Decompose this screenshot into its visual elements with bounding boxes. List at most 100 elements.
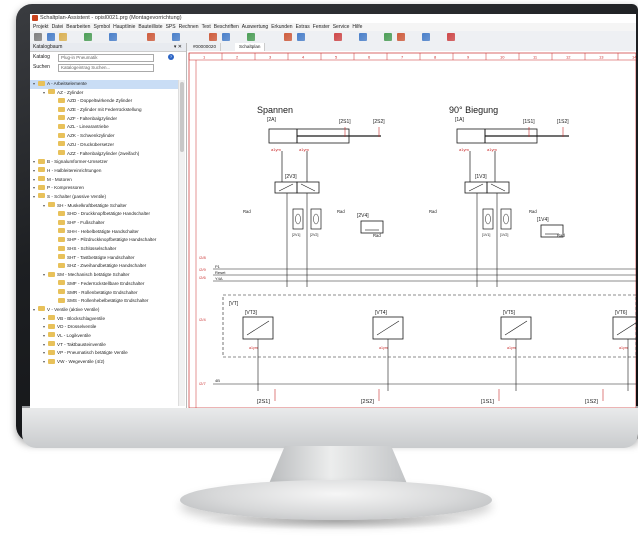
toolbar-tool-icon[interactable] [309,33,317,41]
tree-item[interactable]: SHF - Fußschalter [30,219,184,228]
tree-item[interactable]: ▾ B - Signalumformer-Umsetzer [30,158,184,167]
port-label: a1ym [299,147,309,152]
tree-item[interactable]: ▾ H - Halbleitereinrichtungen [30,167,184,176]
toolbar-tool-icon[interactable] [384,33,392,41]
toolbar-tool-icon[interactable] [322,33,330,41]
toolbar-tool-icon[interactable] [146,33,155,41]
toolbar-tool-icon[interactable] [272,33,280,41]
toolbar-tool-icon[interactable] [109,33,117,41]
toolbar-tool-icon[interactable] [446,33,455,41]
tree-item[interactable]: ▾ S - Schalter (passive Ventile) [30,193,184,202]
tree-item[interactable]: ▾ VT - Taktbausteinventile [30,341,184,350]
toolbar-tool-icon[interactable] [171,33,180,41]
tree-item[interactable]: SMS - Rollenhebelbetätigte Endschalter [30,297,184,306]
catalog-panel: Katalogbaum ▾ ✕ Katalog Plug-in Pneumati… [30,43,187,408]
menu-item-beschriften[interactable]: Beschriften [214,23,239,31]
toolbar-tool-icon[interactable] [246,33,255,41]
toolbar-tool-icon[interactable] [84,33,92,41]
toolbar-tool-icon[interactable] [34,33,42,41]
valve-arrow [616,322,636,336]
toolbar-tool-icon[interactable] [197,33,205,41]
toolbar-tool-icon[interactable] [421,33,430,41]
menu-item-erkunden[interactable]: Erkunden [271,23,292,31]
toolbar-tool-icon[interactable] [134,33,142,41]
tree-item[interactable]: AZK - Schwenkzylinder [30,132,184,141]
tree-item[interactable]: AZU - Druckübersetzer [30,141,184,150]
folder-icon [58,254,65,260]
tree-item[interactable]: ▾ SM - Mechanisch betätigte Schalter [30,271,184,280]
tree-item[interactable]: ▾ VD - Drosselventile [30,323,184,332]
toolbar-tool-icon[interactable] [159,33,167,41]
menu-item-projekt[interactable]: Projekt [33,23,49,31]
tree-item[interactable]: SHP - Pilzdruckknopfbetätigte Handschalt… [30,236,184,245]
tree-item[interactable]: ▾ P - Kompressoren [30,184,184,193]
toolbar-tool-icon[interactable] [221,33,230,41]
panel-close-icon[interactable]: ▾ ✕ [174,43,182,51]
tree-item[interactable]: SHH - Hebelbetätigte Handschalter [30,228,184,237]
menu-item-datei[interactable]: Datei [52,23,64,31]
toolbar-tool-icon[interactable] [359,33,367,41]
tree-item[interactable]: SHD - Druckknopfbetätigte Handschalter [30,210,184,219]
menu-item-bauteilliste[interactable]: Bauteilliste [138,23,162,31]
tree-item[interactable]: ▾ A - Arbeitselemente [30,80,184,89]
tree-item[interactable]: ▾ VL - Logikventile [30,332,184,341]
tree-item[interactable]: SMR - Rollenbetätigte Endschalter [30,289,184,298]
tree-item[interactable]: AZD - Doppeltwirkende Zylinder [30,97,184,106]
tree-item[interactable]: ▾ VP - Pneumatisch betätigte Ventile [30,349,184,358]
tree-item[interactable]: AZZ - Faltenbalgzylinder (zweifach) [30,150,184,159]
tree-scrollbar[interactable] [178,80,185,406]
menu-item-sps[interactable]: SPS [166,23,176,31]
help-icon[interactable]: ? [168,54,174,60]
tree-item[interactable]: ▾ VB - Blockschlagventile [30,315,184,324]
tree-item[interactable]: SHZ - Zweihandbetätigte Handschalter [30,262,184,271]
tab-document-id[interactable]: #00000020 [189,43,221,51]
tree-item-label: VP - Pneumatisch betätigte Ventile [57,350,128,356]
tree-item[interactable]: AZL - Linearantriebe [30,123,184,132]
menu-item-fenster[interactable]: Fenster [313,23,330,31]
menu-item-extras[interactable]: Extras [296,23,310,31]
menu-item-symbol[interactable]: Symbol [93,23,110,31]
scrollbar-thumb[interactable] [180,82,184,152]
toolbar-tool-icon[interactable] [334,33,342,41]
tree-item[interactable]: ▾ AZ - Zylinder [30,89,184,98]
catalog-select[interactable]: Plug-in Pneumatik [58,54,154,62]
tree-item[interactable]: SMF - Federrückstellbare Endschalter [30,280,184,289]
search-input[interactable]: Katalogeintrag Suchen... [58,64,154,72]
menu-item-hilfe[interactable]: Hilfe [352,23,362,31]
tree-item[interactable]: ▾ V - Ventile (aktive Ventile) [30,306,184,315]
menu-item-bearbeiten[interactable]: Bearbeiten [66,23,90,31]
menu-item-auswertung[interactable]: Auswertung [242,23,268,31]
toolbar-tool-icon[interactable] [409,33,417,41]
tree-item[interactable]: ▾ M - Motoren [30,176,184,185]
toolbar-tool-icon[interactable] [184,33,192,41]
tree-item[interactable]: AZF - Faltenbalgzylinder [30,115,184,124]
toolbar-tool-icon[interactable] [296,33,305,41]
menu-item-rechnen[interactable]: Rechnen [179,23,199,31]
toolbar-tool-icon[interactable] [347,33,355,41]
menu-item-service[interactable]: Service [333,23,350,31]
toolbar-tool-icon[interactable] [434,33,442,41]
toolbar-tool-icon[interactable] [72,33,80,41]
toolbar-tool-icon[interactable] [372,33,380,41]
tab-schematic[interactable]: Schaltplan [235,43,266,51]
tree-item[interactable]: AZE - Zylinder mit Federrückstellung [30,106,184,115]
toolbar-tool-icon[interactable] [122,33,130,41]
toolbar-tool-icon[interactable] [46,33,55,41]
toolbar-tool-icon[interactable] [259,33,267,41]
toolbar-tool-icon[interactable] [209,33,217,41]
port-label: a1ym [487,147,497,152]
tree-item[interactable]: ▾ VW - Wegeventile (4/2) [30,358,184,367]
tree-item[interactable]: SHT - Tastbetätigte Handschalter [30,254,184,263]
toolbar-tool-icon[interactable] [97,33,105,41]
schematic-canvas[interactable]: 1 2 3 4 5 6 7 8 9 10 11 12 13 14 Spannen 90° Biegung [2A… [187,51,636,408]
toolbar-tool-icon[interactable] [396,33,405,41]
section-title: Spannen [257,105,293,115]
tree-item[interactable]: ▾ SH - Muskelkraftbetätigte Schalter [30,202,184,211]
menu-item-hauptlinie[interactable]: Hauptlinie [113,23,135,31]
menu-item-text[interactable]: Text [202,23,211,31]
tree-item[interactable]: SHS - Schlüsselschalter [30,245,184,254]
toolbar-tool-icon[interactable] [284,33,292,41]
toolbar-tool-icon[interactable] [234,33,242,41]
toolbar-tool-icon[interactable] [59,33,67,41]
folder-icon [48,315,55,321]
